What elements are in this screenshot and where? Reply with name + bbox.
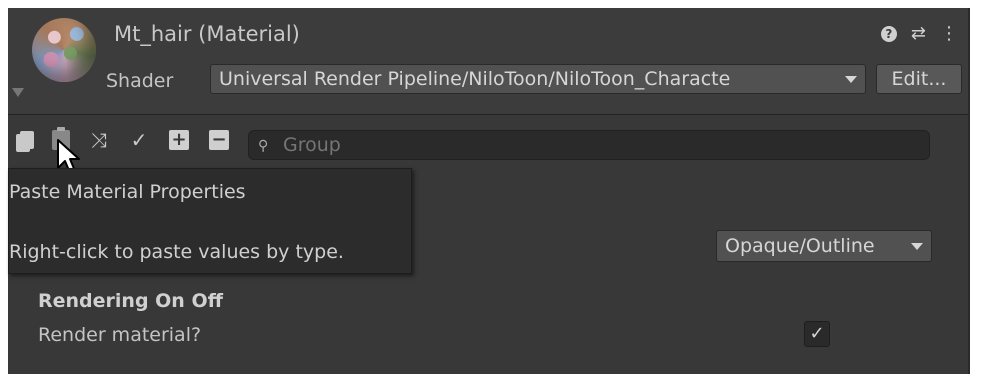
presets-icon[interactable]: ⇄	[911, 24, 926, 44]
surface-mode-dropdown[interactable]: Opaque/Outline	[716, 230, 932, 262]
search-icon: ⚲	[258, 138, 269, 154]
collapse-icon[interactable]: ⤨	[86, 126, 112, 154]
render-material-checkbox[interactable]: ✓	[804, 321, 830, 347]
surface-mode-value: Opaque/Outline	[725, 235, 875, 257]
group-search-input[interactable]	[248, 130, 930, 160]
shader-label: Shader	[106, 70, 174, 92]
render-material-label: Render material?	[38, 324, 202, 346]
header-icons: ? ⇄ ⋮	[880, 24, 958, 44]
material-inspector-panel: Mt_hair (Material) ? ⇄ ⋮ Shader Universa…	[8, 8, 970, 374]
shader-dropdown-value: Universal Render Pipeline/NiloToon/NiloT…	[219, 68, 731, 90]
foldout-arrow-icon[interactable]	[12, 88, 24, 97]
material-title: Mt_hair (Material)	[114, 22, 300, 46]
panel-divider	[968, 8, 970, 374]
tooltip-body: Right-click to paste values by type.	[9, 241, 344, 263]
tooltip: Paste Material Properties Right-click to…	[8, 168, 412, 274]
tooltip-title: Paste Material Properties	[9, 181, 246, 203]
help-icon[interactable]: ?	[880, 26, 897, 42]
chevron-down-icon	[911, 243, 923, 250]
checkmark-icon: ✓	[809, 323, 825, 344]
material-header: Mt_hair (Material) ? ⇄ ⋮ Shader Universa…	[8, 8, 970, 115]
check-icon[interactable]: ✓	[126, 126, 152, 154]
expand-icon[interactable]: +	[166, 126, 192, 154]
material-preview-sphere	[32, 18, 96, 82]
section-title: Rendering On Off	[38, 290, 223, 312]
edit-shader-button[interactable]: Edit...	[876, 64, 962, 94]
collapse-all-icon[interactable]: −	[206, 126, 232, 154]
copy-icon[interactable]	[14, 126, 40, 154]
shader-dropdown[interactable]: Universal Render Pipeline/NiloToon/NiloT…	[210, 64, 866, 94]
chevron-down-icon	[845, 76, 857, 83]
more-options-icon[interactable]: ⋮	[940, 24, 958, 44]
property-toolbar: ⤨ ✓ + − ⚲	[8, 126, 970, 162]
